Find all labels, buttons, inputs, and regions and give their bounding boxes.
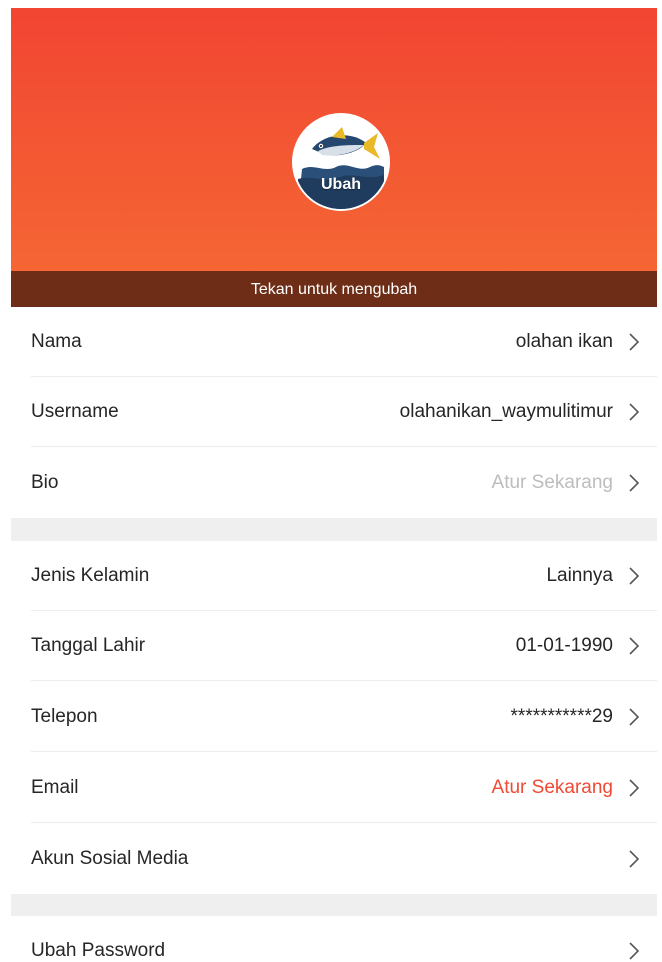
row-value: Lainnya xyxy=(546,565,613,586)
change-avatar-label: Ubah xyxy=(321,176,361,193)
row-label: Ubah Password xyxy=(31,940,166,961)
row-label: Username xyxy=(31,401,119,422)
chevron-right-icon xyxy=(629,779,640,797)
avatar[interactable]: Ubah xyxy=(292,113,390,211)
divider xyxy=(31,751,657,752)
fish-logo-icon xyxy=(294,115,388,209)
row-nama[interactable]: Nama olahan ikan xyxy=(11,307,657,377)
row-email[interactable]: Email Atur Sekarang xyxy=(11,753,657,823)
profile-edit-screen: Ubah Tekan untuk mengubah Nama olahan ik… xyxy=(0,0,662,962)
row-value: Atur Sekarang xyxy=(491,777,613,798)
profile-header: Ubah Tekan untuk mengubah xyxy=(11,8,657,307)
row-username[interactable]: Username olahanikan_waymulitimur xyxy=(11,377,657,447)
row-bio[interactable]: Bio Atur Sekarang xyxy=(11,448,657,518)
chevron-right-icon xyxy=(629,474,640,492)
row-label: Bio xyxy=(31,472,59,493)
row-value: olahan ikan xyxy=(515,331,613,352)
divider xyxy=(31,822,657,823)
section-separator xyxy=(11,518,657,541)
row-telepon[interactable]: Telepon ***********29 xyxy=(11,682,657,752)
row-label: Nama xyxy=(31,331,82,352)
row-label: Akun Sosial Media xyxy=(31,848,189,869)
row-value: ***********29 xyxy=(510,706,613,727)
row-jenis-kelamin[interactable]: Jenis Kelamin Lainnya xyxy=(11,541,657,611)
row-label: Telepon xyxy=(31,706,98,727)
row-value: olahanikan_waymulitimur xyxy=(399,401,613,422)
row-value: 01-01-1990 xyxy=(515,635,613,656)
section-separator xyxy=(11,894,657,916)
change-photo-bar[interactable]: Tekan untuk mengubah xyxy=(11,271,657,307)
chevron-right-icon xyxy=(629,850,640,868)
chevron-right-icon xyxy=(629,708,640,726)
row-tanggal-lahir[interactable]: Tanggal Lahir 01-01-1990 xyxy=(11,611,657,681)
chevron-right-icon xyxy=(629,403,640,421)
row-value: Atur Sekarang xyxy=(491,472,613,493)
row-akun-sosial-media[interactable]: Akun Sosial Media xyxy=(11,824,657,894)
chevron-right-icon xyxy=(629,637,640,655)
row-ubah-password[interactable]: Ubah Password xyxy=(11,916,657,962)
divider xyxy=(31,680,657,681)
row-label: Jenis Kelamin xyxy=(31,565,150,586)
row-label: Email xyxy=(31,777,79,798)
row-label: Tanggal Lahir xyxy=(31,635,146,656)
chevron-right-icon xyxy=(629,567,640,585)
chevron-right-icon xyxy=(629,333,640,351)
divider xyxy=(31,446,657,447)
chevron-right-icon xyxy=(629,942,640,960)
